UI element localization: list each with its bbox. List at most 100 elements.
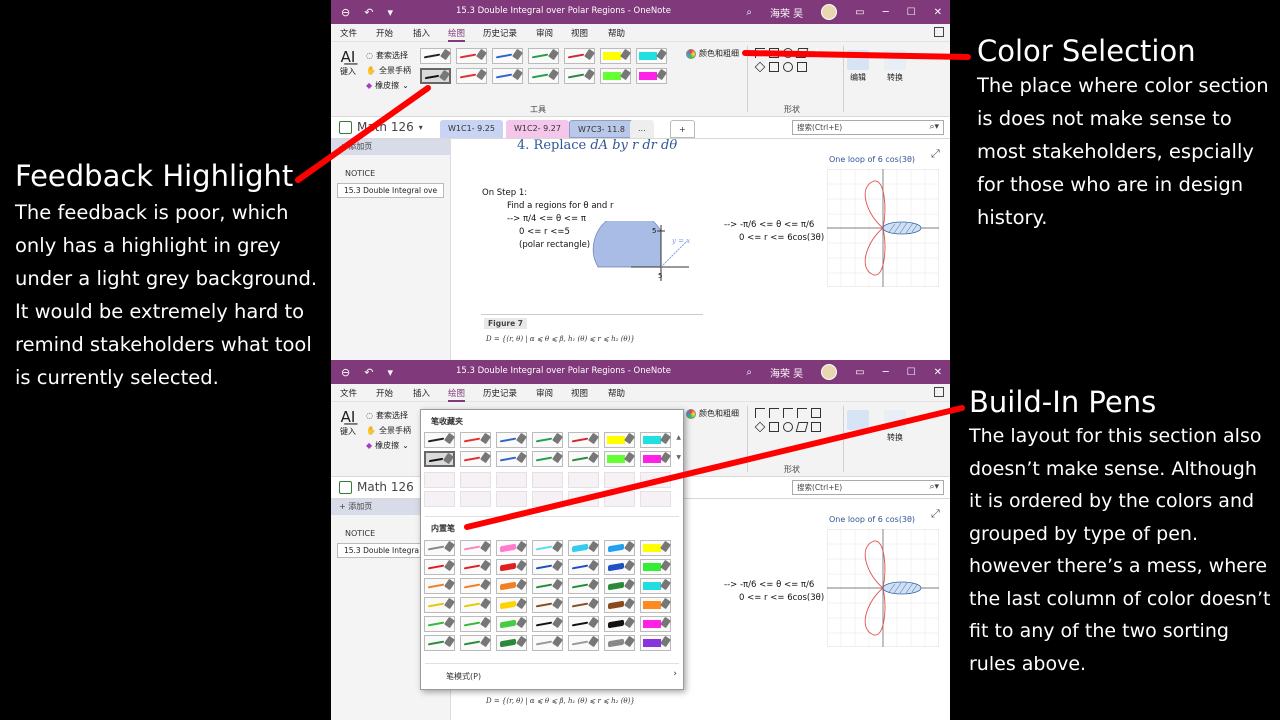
highlighter-swatch[interactable] [604,451,635,467]
edit-button[interactable] [847,410,869,432]
convert-button[interactable]: 转换 [884,410,906,443]
pen-swatch[interactable] [460,540,491,556]
pen-swatch[interactable] [424,597,455,613]
menu-view[interactable]: 视图 [571,387,588,399]
user-name[interactable]: 海荣 吴 [770,365,803,380]
line-shape-icon[interactable] [755,408,765,418]
pen-swatch[interactable] [496,540,527,556]
ribbon-display-icon[interactable]: ▭ [855,367,864,378]
more-shapes-icon[interactable] [811,62,821,72]
menu-draw[interactable]: 绘图 [448,387,466,402]
pen-swatch[interactable] [496,635,527,651]
pen-swatch[interactable] [460,432,491,448]
menu-history[interactable]: 历史记录 [483,27,517,39]
pen-swatch[interactable] [420,48,451,64]
note-canvas[interactable]: 4. Replace dA by r dr dθ On Step 1: Find… [451,138,950,360]
menu-history[interactable]: 历史记录 [483,387,517,399]
highlighter-swatch[interactable] [640,451,671,467]
customize-dropdown-icon[interactable]: ▾ [387,6,393,19]
pen-swatch[interactable] [604,540,635,556]
highlighter-swatch[interactable] [640,559,671,575]
highlighter-swatch[interactable] [600,48,631,64]
type-mode-button[interactable]: A͟I 键入 [340,408,356,437]
user-name[interactable]: 海荣 吴 [770,5,803,20]
pen-swatch[interactable] [424,616,455,632]
rect-shape-icon[interactable] [797,62,807,72]
menu-insert[interactable]: 插入 [413,27,430,39]
panning-hand-button[interactable]: ✋ 全景手柄 [366,63,411,78]
eraser-button[interactable]: ◆ 橡皮擦 ⌄ [366,78,411,93]
menu-help[interactable]: 帮助 [608,27,625,39]
color-and-thickness-button[interactable]: 颜色和粗细 [686,48,739,59]
highlighter-swatch[interactable] [604,432,635,448]
pen-swatch[interactable] [424,432,455,448]
triangle-shape-icon[interactable] [811,48,823,58]
pen-swatch[interactable] [568,559,599,575]
pen-swatch[interactable] [532,635,563,651]
minimize-icon[interactable]: ─ [883,367,889,378]
pen-swatch[interactable] [496,616,527,632]
pen-swatch[interactable] [564,68,595,84]
pen-swatch[interactable] [492,48,523,64]
section-tab-w1c1[interactable]: W1C1- 9.25 [440,120,503,138]
highlighter-swatch[interactable] [636,48,667,64]
menu-help[interactable]: 帮助 [608,387,625,399]
pen-swatch[interactable] [424,559,455,575]
lasso-select-button[interactable]: ◌ 套索选择 [366,408,411,423]
chevron-down-icon[interactable]: ⌄ [402,438,409,453]
parallelogram-shape-icon[interactable] [795,422,809,432]
search-input[interactable]: 搜索(Ctrl+E) ⌕▾ [792,120,944,135]
pen-swatch[interactable] [532,616,563,632]
expand-icon[interactable]: ⤢ [931,507,940,521]
parallelogram-shape-icon[interactable] [795,48,809,58]
section-tab-w1c2[interactable]: W1C2- 9.27 [506,120,569,138]
pen-swatch[interactable] [604,635,635,651]
pen-swatch[interactable] [528,68,559,84]
diamond-shape-icon[interactable] [754,421,766,433]
type-mode-button[interactable]: A͟I 键入 [340,48,356,77]
avatar[interactable] [821,4,838,20]
maximize-icon[interactable]: ☐ [907,367,916,378]
search-input[interactable]: 搜索(Ctrl+E) ⌕▾ [792,480,944,495]
pen-swatch[interactable] [424,451,455,467]
arrow-shape-icon[interactable] [769,408,779,418]
eraser-button[interactable]: ◆ 橡皮擦 ⌄ [366,438,411,453]
ellipse-shape-icon[interactable] [783,48,793,58]
pen-swatch[interactable] [460,578,491,594]
pen-swatch[interactable] [424,635,455,651]
pen-swatch[interactable] [496,559,527,575]
pen-swatch[interactable] [604,616,635,632]
back-icon[interactable]: ⊖ [341,366,350,379]
pen-swatch[interactable] [456,68,487,84]
highlighter-swatch[interactable] [640,578,671,594]
section-tab-more[interactable]: ... [630,120,654,138]
add-section-button[interactable]: + [670,120,695,138]
pen-swatch[interactable] [528,48,559,64]
pen-swatch[interactable] [568,597,599,613]
page-item-current[interactable]: 15.3 Double Integral ove [337,183,444,198]
diamond-shape-icon[interactable] [754,61,766,73]
pen-swatch[interactable] [496,597,527,613]
pen-swatch[interactable] [568,578,599,594]
highlighter-swatch[interactable] [600,68,631,84]
pen-swatch[interactable] [532,578,563,594]
add-page-button[interactable]: + 添加页 [331,139,450,155]
pen-swatch[interactable] [460,451,491,467]
square-shape-icon[interactable] [769,62,779,72]
circle-shape-icon[interactable] [783,62,793,72]
pen-swatch[interactable] [532,597,563,613]
dash-line-shape-icon[interactable] [797,408,807,418]
menu-view[interactable]: 视图 [571,27,588,39]
convert-button[interactable]: 转换 [884,50,906,83]
search-icon[interactable]: ⌕ [746,7,752,18]
share-icon[interactable] [934,27,944,37]
pen-swatch[interactable] [564,48,595,64]
highlighter-swatch[interactable] [640,597,671,613]
chevron-right-icon[interactable]: › [673,669,677,679]
pen-swatch[interactable] [496,432,527,448]
pen-swatch[interactable] [568,616,599,632]
back-icon[interactable]: ⊖ [341,6,350,19]
highlighter-swatch[interactable] [640,432,671,448]
rect-shape-icon[interactable] [811,422,821,432]
minimize-icon[interactable]: ─ [883,7,889,18]
